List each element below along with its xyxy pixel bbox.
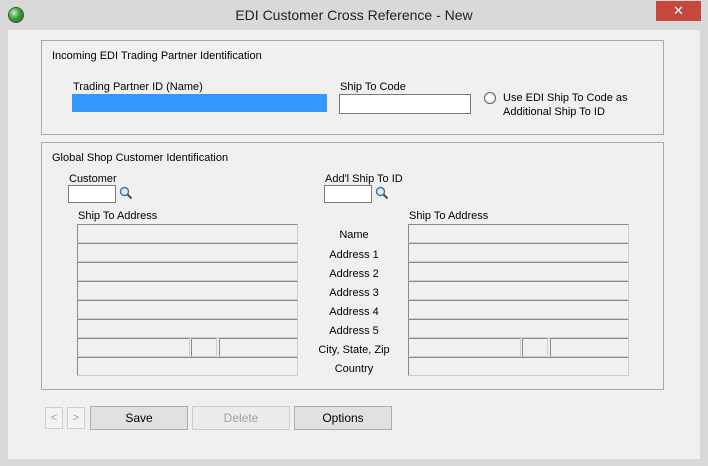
next-record-button[interactable]: > <box>67 407 85 429</box>
trading-partner-label: Trading Partner ID (Name) <box>73 81 203 93</box>
incoming-group-title: Incoming EDI Trading Partner Identificat… <box>52 50 262 62</box>
incoming-edi-group: Incoming EDI Trading Partner Identificat… <box>41 40 664 135</box>
row-label-name: Name <box>339 229 369 241</box>
options-button[interactable]: Options <box>294 406 392 430</box>
row-label-address5: Address 5 <box>329 325 379 337</box>
addl-ship-to-label: Add'l Ship To ID <box>325 173 403 185</box>
window-title: EDI Customer Cross Reference - New <box>235 7 473 23</box>
client-area: Incoming EDI Trading Partner Identificat… <box>8 30 700 459</box>
row-label-city-state-zip: City, State, Zip <box>318 344 390 356</box>
row-label-country: Country <box>334 363 374 375</box>
use-edi-ship-to-label-2: Additional Ship To ID <box>503 106 605 118</box>
close-button[interactable]: ✕ <box>656 1 701 21</box>
addl-ship-to-search-icon[interactable] <box>375 186 389 200</box>
row-label-address1: Address 1 <box>329 249 379 261</box>
title-bar: EDI Customer Cross Reference - New ✕ <box>0 0 708 30</box>
use-edi-ship-to-label-1: Use EDI Ship To Code as <box>503 92 628 104</box>
use-edi-ship-to-radio[interactable] <box>484 92 496 104</box>
row-label-address4: Address 4 <box>329 306 379 318</box>
customer-input[interactable] <box>68 185 116 203</box>
right-address-header: Ship To Address <box>409 210 489 222</box>
ship-to-code-input[interactable] <box>339 94 471 114</box>
row-label-address3: Address 3 <box>329 287 379 299</box>
save-button[interactable]: Save <box>90 406 188 430</box>
global-group-title: Global Shop Customer Identification <box>52 152 229 164</box>
row-label-address2: Address 2 <box>329 268 379 280</box>
previous-record-button[interactable]: < <box>45 407 63 429</box>
ship-to-code-label: Ship To Code <box>340 81 406 93</box>
addl-ship-to-input[interactable] <box>324 185 372 203</box>
delete-button[interactable]: Delete <box>192 406 290 430</box>
trading-partner-input[interactable] <box>72 94 327 112</box>
left-address-header: Ship To Address <box>78 210 158 222</box>
customer-label: Customer <box>69 173 117 185</box>
customer-search-icon[interactable] <box>119 186 133 200</box>
